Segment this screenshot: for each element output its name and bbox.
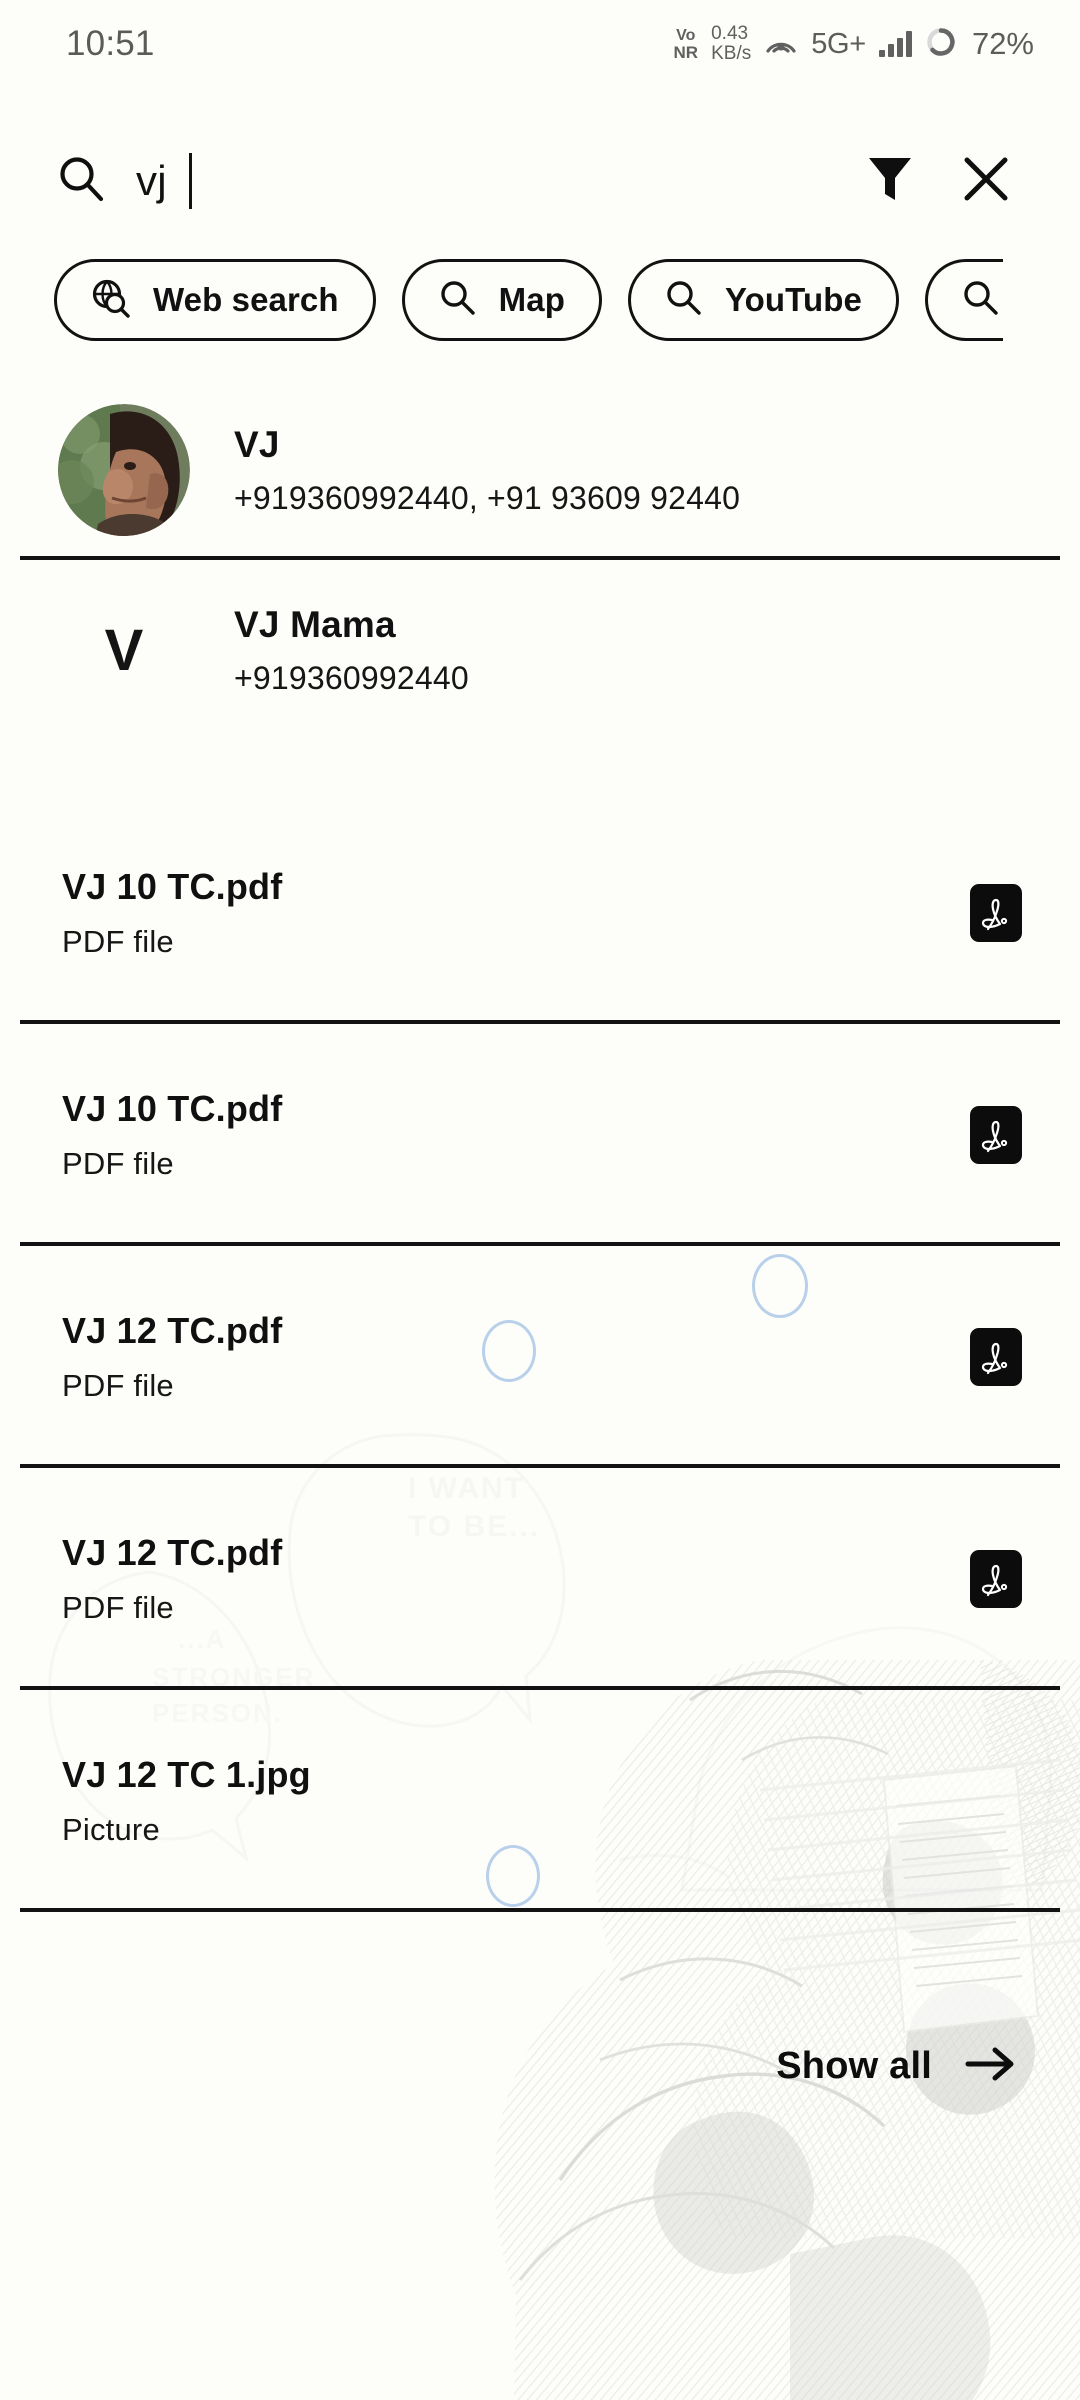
contact-phone: +919360992440 xyxy=(234,659,469,696)
signal-strength-icon xyxy=(878,31,912,57)
chip-youtube[interactable]: YouTube xyxy=(627,259,899,341)
chip-web-search[interactable]: Web search xyxy=(54,259,376,341)
close-icon xyxy=(961,154,1011,209)
search-results-list: VJ +919360992440, +91 93609 92440 V VJ M… xyxy=(0,380,1080,1912)
file-result-row[interactable]: VJ 10 TC.pdf PDF file xyxy=(0,802,1080,1024)
file-name: VJ 12 TC 1.jpg xyxy=(62,1754,311,1795)
search-icon xyxy=(439,279,477,322)
row-divider xyxy=(20,1908,1060,1912)
arrow-right-icon xyxy=(964,2044,1018,2089)
close-button[interactable] xyxy=(938,133,1034,229)
network-speed-indicator: 0.43 KB/s xyxy=(711,24,751,64)
contact-phone: +919360992440, +91 93609 92440 xyxy=(234,479,741,516)
filter-button[interactable] xyxy=(842,133,938,229)
avatar-initial: V xyxy=(104,617,144,683)
pdf-icon xyxy=(970,1550,1022,1608)
file-result-row[interactable]: VJ 12 TC.pdf PDF file xyxy=(0,1468,1080,1690)
avatar xyxy=(58,404,190,536)
file-type: PDF file xyxy=(62,1368,174,1403)
text-caret xyxy=(188,153,192,209)
file-info: VJ 10 TC.pdf PDF file xyxy=(62,1088,282,1182)
web-search-icon xyxy=(91,278,131,323)
file-result-row[interactable]: VJ 12 TC.pdf PDF file xyxy=(0,1246,1080,1468)
file-info: VJ 10 TC.pdf PDF file xyxy=(62,866,282,960)
network-speed-unit: KB/s xyxy=(711,43,752,64)
search-input[interactable]: vj xyxy=(56,153,842,210)
contact-result-row[interactable]: V VJ Mama +919360992440 xyxy=(0,560,1080,740)
file-result-row[interactable]: VJ 10 TC.pdf PDF file xyxy=(0,1024,1080,1246)
contact-name: VJ Mama xyxy=(234,603,396,645)
pdf-icon xyxy=(970,1328,1022,1386)
file-info: VJ 12 TC 1.jpg Picture xyxy=(62,1754,311,1848)
avatar-photo xyxy=(58,404,190,536)
show-all-button[interactable]: Show all xyxy=(0,2020,1080,2112)
filter-icon xyxy=(866,153,914,210)
file-type: PDF file xyxy=(62,1590,174,1625)
chip-label: YouTube xyxy=(724,281,862,318)
search-icon xyxy=(962,279,1000,322)
volte-nr-indicator: Vo NR xyxy=(673,26,699,62)
contact-name: VJ xyxy=(234,423,280,465)
chip-overflow-partial[interactable] xyxy=(924,259,1003,341)
status-clock: 10:51 xyxy=(66,24,155,63)
battery-icon xyxy=(925,26,957,63)
network-type-label: 5G+ xyxy=(811,27,866,60)
file-info: VJ 12 TC.pdf PDF file xyxy=(62,1532,282,1626)
pdf-icon xyxy=(970,884,1022,942)
file-type: PDF file xyxy=(62,924,174,959)
search-screen: 10:51 Vo NR 0.43 KB/s 5G+ 72% vj Web sea… xyxy=(0,0,1080,2400)
hotspot-icon xyxy=(764,27,798,62)
file-type: PDF file xyxy=(62,1146,174,1181)
chip-label: Web search xyxy=(153,281,339,318)
file-name: VJ 12 TC.pdf xyxy=(62,1310,283,1351)
contact-info: VJ Mama +919360992440 xyxy=(234,604,469,697)
file-name: VJ 12 TC.pdf xyxy=(62,1532,283,1573)
contact-info: VJ +919360992440, +91 93609 92440 xyxy=(234,424,740,517)
file-result-row[interactable]: VJ 12 TC 1.jpg Picture xyxy=(0,1690,1080,1912)
volte-line-2: NR xyxy=(673,42,699,62)
pdf-icon xyxy=(970,1106,1022,1164)
file-name: VJ 10 TC.pdf xyxy=(62,1088,283,1129)
file-type: Picture xyxy=(62,1812,160,1847)
search-icon xyxy=(56,153,108,210)
search-icon xyxy=(665,279,703,322)
battery-percent-label: 72% xyxy=(971,26,1034,61)
chip-map[interactable]: Map xyxy=(401,259,602,341)
search-query-text: vj xyxy=(136,157,167,204)
file-thumbnail-placeholder xyxy=(970,1772,1022,1830)
chip-label: Map xyxy=(498,281,565,318)
search-bar: vj xyxy=(0,118,1080,244)
status-indicators: Vo NR 0.43 KB/s 5G+ 72% xyxy=(674,24,1034,64)
network-speed-value: 0.43 xyxy=(711,23,749,45)
status-bar: 10:51 Vo NR 0.43 KB/s 5G+ 72% xyxy=(0,0,1080,88)
volte-line-1: Vo xyxy=(676,26,696,44)
show-all-label: Show all xyxy=(776,2044,932,2087)
filter-chips-row: Web search Map YouTube xyxy=(0,248,1080,352)
contact-result-row[interactable]: VJ +919360992440, +91 93609 92440 xyxy=(0,380,1080,560)
file-name: VJ 10 TC.pdf xyxy=(62,866,283,907)
file-info: VJ 12 TC.pdf PDF file xyxy=(62,1310,282,1404)
avatar: V xyxy=(58,584,190,716)
